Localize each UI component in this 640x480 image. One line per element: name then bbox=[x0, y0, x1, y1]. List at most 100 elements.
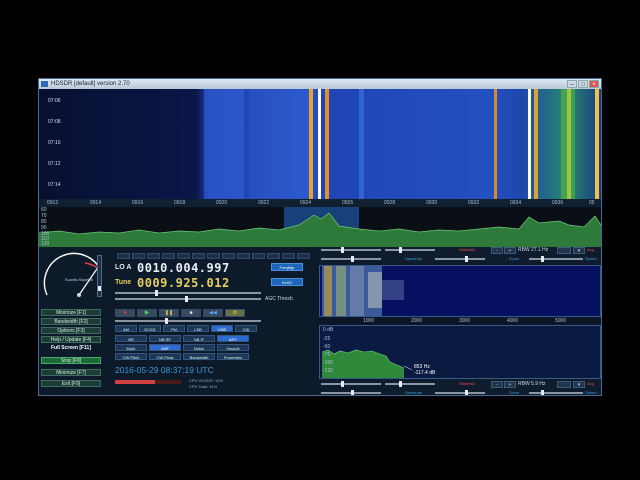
app-icon bbox=[41, 81, 48, 87]
mode-cw-button[interactable]: CW bbox=[235, 325, 257, 332]
squelch-slider[interactable] bbox=[97, 255, 102, 297]
rbw-dropdown[interactable]: ▾ bbox=[573, 247, 585, 254]
playback-position-slider[interactable] bbox=[115, 318, 261, 324]
afc-button[interactable]: AFC bbox=[217, 335, 249, 342]
band-button[interactable] bbox=[177, 253, 190, 259]
properties-button[interactable]: Properties bbox=[217, 353, 249, 360]
mode-ecss-button[interactable]: ECSS bbox=[139, 325, 161, 332]
band-button[interactable] bbox=[237, 253, 250, 259]
rbw-label: RBW 27.1 Hz bbox=[518, 247, 549, 253]
cpu-meter bbox=[115, 380, 181, 384]
minimize-window-button[interactable]: – bbox=[567, 80, 577, 88]
play-button[interactable]: ▶ bbox=[137, 309, 157, 317]
band-button[interactable] bbox=[132, 253, 145, 259]
lo-label: LO A bbox=[115, 264, 132, 271]
rewind-button[interactable]: ◀◀ bbox=[203, 309, 223, 317]
freq-tick-label: 0918 bbox=[174, 200, 186, 206]
minimize-button[interactable]: Minimize [F1] bbox=[41, 309, 101, 316]
band-button[interactable] bbox=[252, 253, 265, 259]
pause-icon: ❚❚ bbox=[164, 310, 174, 316]
stop-transport-button[interactable]: ■ bbox=[181, 309, 201, 317]
nr-button[interactable]: NR bbox=[115, 335, 147, 342]
mode-am-button[interactable]: AM bbox=[115, 325, 137, 332]
frequency-axis[interactable]: 0912 0914 0916 0918 0920 0922 0924 0926 … bbox=[39, 199, 601, 207]
maximize-window-button[interactable]: □ bbox=[578, 80, 588, 88]
agc-threshold-slider[interactable] bbox=[115, 296, 261, 302]
af-rbw-select[interactable] bbox=[557, 381, 571, 388]
hdsdr-window: HDSDR [default] version 2.70 – □ × 07:06… bbox=[38, 78, 602, 396]
band-button[interactable] bbox=[192, 253, 205, 259]
tune-slider[interactable] bbox=[115, 290, 261, 296]
cw-peak-button[interactable]: CW Peak bbox=[149, 353, 181, 360]
af-waterfall[interactable] bbox=[319, 265, 601, 317]
mode-lsb-button[interactable]: LSB bbox=[187, 325, 209, 332]
cw-pitch-button[interactable]: CW Pitch bbox=[115, 353, 147, 360]
time-label: 07:12 bbox=[48, 161, 61, 167]
rbw-up-button[interactable]: + bbox=[504, 247, 516, 254]
freqmgr-button[interactable]: FreqMgr bbox=[271, 263, 303, 271]
af-spectrum[interactable]: 0 dB -25 -50 -75 -100 -120 853 Hz -117.4… bbox=[319, 325, 601, 379]
af-rbw-dropdown[interactable]: ▾ bbox=[573, 381, 585, 388]
record-button[interactable]: ● bbox=[115, 309, 135, 317]
bandwidth-option-button[interactable]: Bandwidth bbox=[183, 353, 215, 360]
rbw-select[interactable] bbox=[557, 247, 571, 254]
waterfall-signal-trace bbox=[595, 89, 599, 199]
extio-button[interactable]: ExtIO bbox=[271, 278, 303, 286]
af-frequency-axis[interactable]: 1000 2000 3000 4000 5000 bbox=[319, 317, 601, 325]
pause-button[interactable]: ❚❚ bbox=[159, 309, 179, 317]
band-button[interactable] bbox=[267, 253, 280, 259]
af-rbw-up-button[interactable]: + bbox=[504, 381, 516, 388]
title-bar[interactable]: HDSDR [default] version 2.70 – □ × bbox=[39, 79, 601, 89]
help-update-button[interactable]: Help / Update [F4] bbox=[41, 336, 101, 343]
af-spectrum-range-slider[interactable] bbox=[435, 390, 485, 395]
waterfall-signal-trace bbox=[494, 89, 497, 199]
band-button[interactable] bbox=[117, 253, 130, 259]
af-zoom-slider[interactable] bbox=[529, 390, 583, 395]
zoom-slider[interactable] bbox=[529, 256, 583, 262]
freq-tick-label: 0914 bbox=[90, 200, 102, 206]
band-button[interactable] bbox=[147, 253, 160, 259]
record-icon: ● bbox=[123, 310, 127, 316]
freq-tick-label: 0926 bbox=[342, 200, 354, 206]
band-button[interactable] bbox=[297, 253, 310, 259]
exit-button[interactable]: Exit [F9] bbox=[41, 380, 101, 387]
af-waterfall-contrast-slider[interactable] bbox=[321, 381, 381, 387]
mode-usb-button[interactable]: USB bbox=[211, 325, 233, 332]
s-meter[interactable]: S-units Squelch bbox=[41, 249, 107, 301]
af-zoom-label: Zoom bbox=[509, 390, 520, 395]
af-rbw-down-button[interactable]: - bbox=[491, 381, 503, 388]
waterfall-signal-trace bbox=[325, 89, 329, 199]
rf-spectrum[interactable]: 60 70 80 90 100 110 120 bbox=[39, 207, 601, 247]
hauroti-button[interactable]: Hauroti bbox=[217, 344, 249, 351]
band-button[interactable] bbox=[207, 253, 220, 259]
time-label: 07:10 bbox=[48, 140, 61, 146]
mode-fm-button[interactable]: FM bbox=[163, 325, 185, 332]
stop-button[interactable]: Stop [F8] bbox=[41, 357, 101, 364]
af-spectrum-contrast-slider[interactable] bbox=[321, 390, 381, 395]
bandwidth-button[interactable]: Bandwidth [F2] bbox=[41, 318, 101, 325]
full-screen-button[interactable]: Full Screen [F11] bbox=[41, 345, 101, 352]
waterfall-contrast-slider[interactable] bbox=[321, 247, 381, 253]
rbw-down-button[interactable]: - bbox=[491, 247, 503, 254]
mute-button[interactable]: Mute bbox=[115, 344, 147, 351]
notch-button[interactable]: Notch bbox=[183, 344, 215, 351]
band-button[interactable] bbox=[162, 253, 175, 259]
band-button[interactable] bbox=[222, 253, 235, 259]
anf-button[interactable]: ANF bbox=[149, 344, 181, 351]
play-icon: ▶ bbox=[144, 310, 150, 316]
spectrum-contrast-slider[interactable] bbox=[321, 256, 381, 262]
tune-frequency-display[interactable]: 0009.925.012 bbox=[137, 276, 230, 290]
loop-button[interactable]: ⟳ bbox=[225, 309, 245, 317]
lo-frequency-display[interactable]: 0010.004.997 bbox=[137, 261, 230, 275]
waterfall-brightness-slider[interactable] bbox=[385, 247, 435, 253]
close-window-button[interactable]: × bbox=[589, 80, 599, 88]
nb-if-button[interactable]: NB IF bbox=[183, 335, 215, 342]
control-panel: S-units Squelch Minimize [F1] Bandwidth … bbox=[39, 247, 601, 395]
options-button[interactable]: Options [F3] bbox=[41, 327, 101, 334]
af-waterfall-brightness-slider[interactable] bbox=[385, 381, 435, 387]
spectrum-range-slider[interactable] bbox=[435, 256, 485, 262]
band-button[interactable] bbox=[282, 253, 295, 259]
minimize-button-2[interactable]: Minimize [F7] bbox=[41, 369, 101, 376]
nb-rf-button[interactable]: NB RF bbox=[149, 335, 181, 342]
rf-waterfall[interactable]: 07:06 07:08 07:10 07:12 07:14 bbox=[39, 89, 601, 199]
